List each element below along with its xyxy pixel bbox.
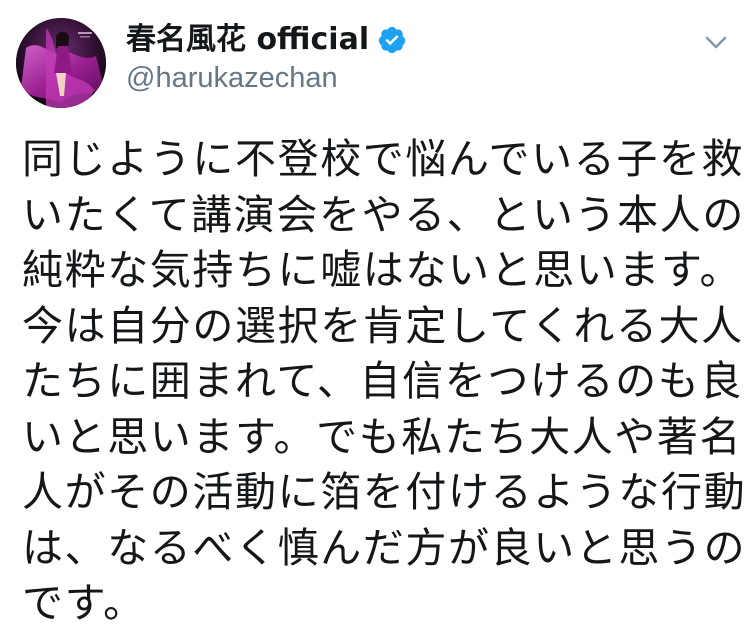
- tweet-text-line: 人がその活動に箔を付けるような行動: [22, 468, 747, 516]
- tweet-text-line: 同じように不登校で悩んでいる子を救: [22, 135, 745, 183]
- tweet-card: 春名風花 official @harukazechan 同じように不登校で悩んで…: [0, 0, 750, 629]
- profile-photo-image: [16, 18, 106, 108]
- tweet-text-line: たちに囲まれて、自信をつけるのも良: [22, 357, 743, 405]
- verified-checkmark-icon: [377, 25, 407, 55]
- tweet-text-line: 今は自分の選択を肯定してくれる大人: [22, 301, 744, 350]
- username-handle[interactable]: @harukazechan: [126, 60, 338, 96]
- tweet-text-line: です。: [22, 579, 146, 627]
- author-name-row[interactable]: 春名風花 official: [126, 20, 407, 60]
- tweet-text-line: いと思います。でも私たち大人や著名: [22, 412, 743, 461]
- avatar[interactable]: [16, 18, 106, 108]
- display-name[interactable]: 春名風花 official: [126, 20, 369, 60]
- tweet-text: 同じように不登校で悩んでいる子を救 いたくて講演会をやる、という本人の 純粋な気…: [22, 132, 747, 632]
- tweet-text-line: は、なるべく慎んだ方が良いと思うの: [22, 523, 747, 572]
- tweet-text-line: 純粋な気持ちに嘘はないと思います。: [22, 246, 743, 294]
- chevron-down-icon[interactable]: [700, 26, 732, 58]
- tweet-text-line: いたくて講演会をやる、という本人の: [22, 190, 745, 239]
